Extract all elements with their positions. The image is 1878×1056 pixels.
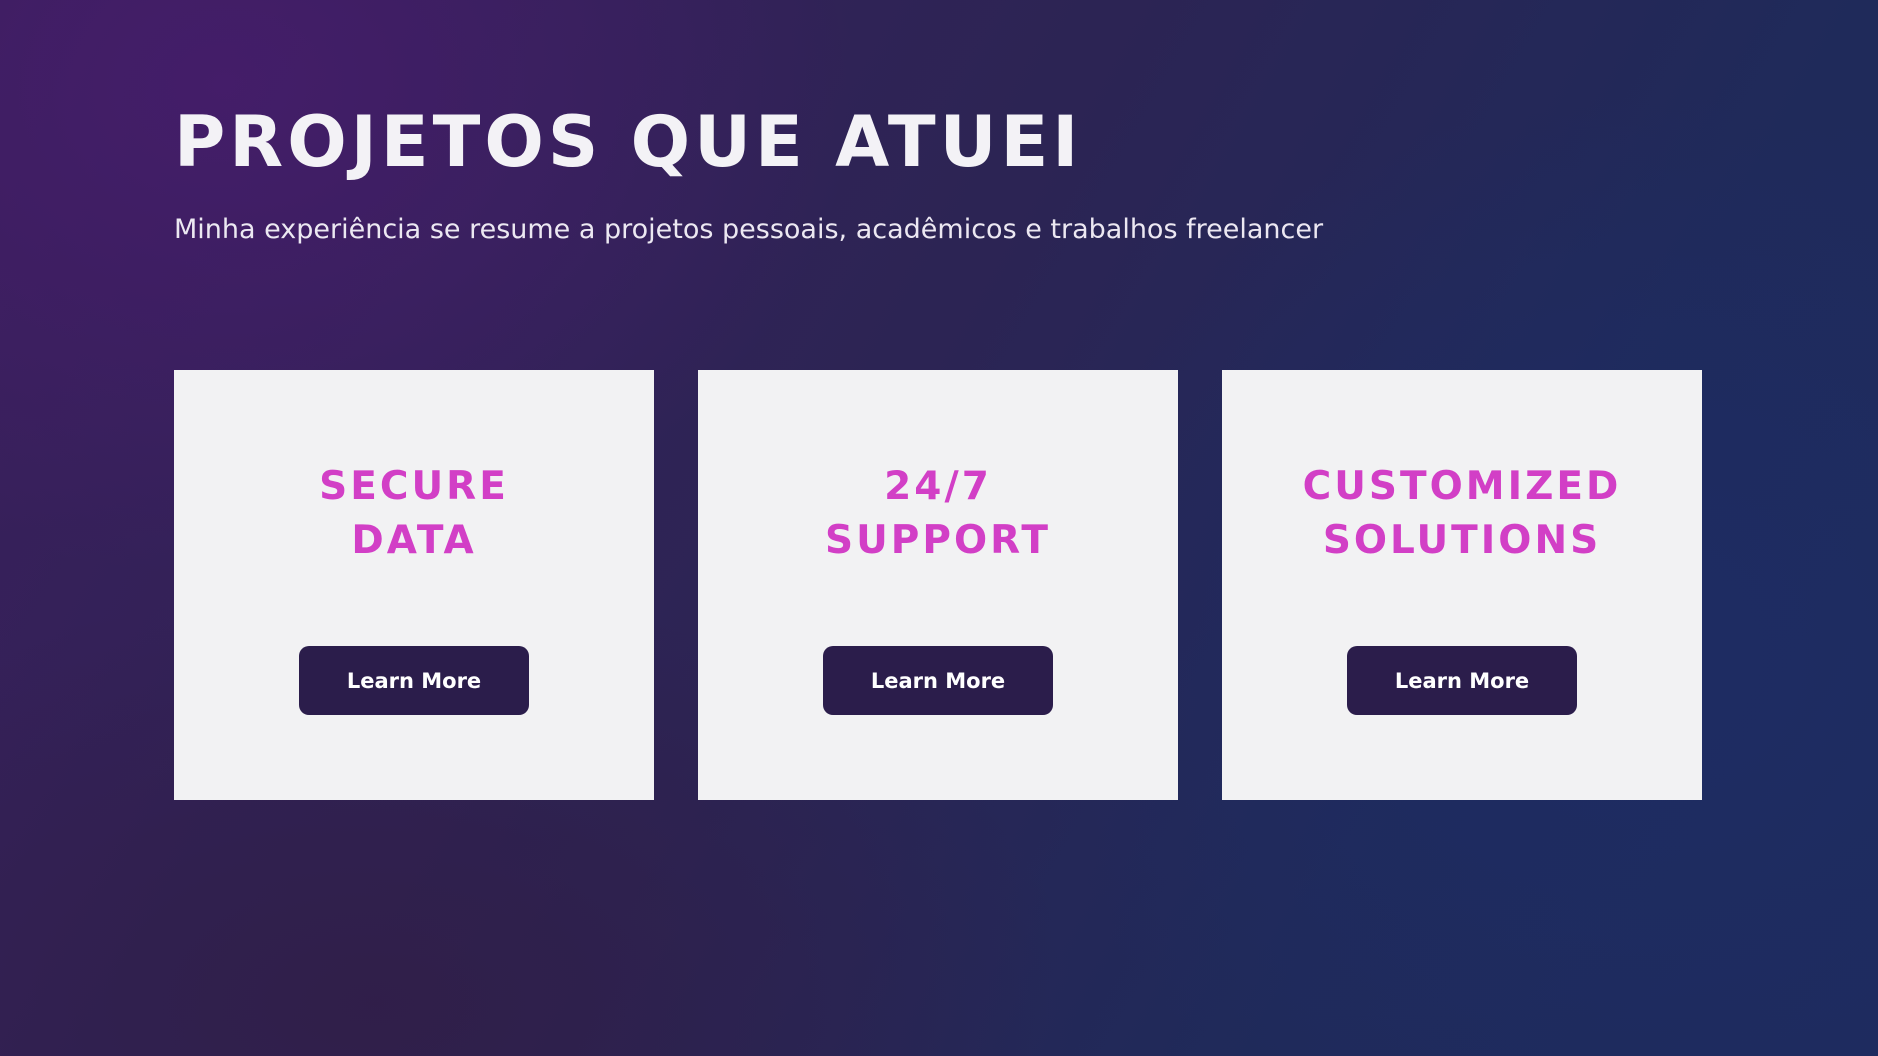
feature-card-customized-solutions: CUSTOMIZED SOLUTIONS Learn More: [1222, 370, 1702, 800]
feature-card-support: 24/7 SUPPORT Learn More: [698, 370, 1178, 800]
card-title-line1: 24/7: [884, 464, 992, 509]
card-title-line1: SECURE: [319, 464, 509, 509]
feature-card-secure-data: SECURE DATA Learn More: [174, 370, 654, 800]
learn-more-button[interactable]: Learn More: [1347, 646, 1577, 715]
card-title: CUSTOMIZED SOLUTIONS: [1303, 460, 1622, 568]
card-title-line2: DATA: [351, 518, 477, 563]
hero-section: PROJETOS QUE ATUEI Minha experiência se …: [174, 100, 1704, 248]
card-title: SECURE DATA: [319, 460, 509, 568]
page-title: PROJETOS QUE ATUEI: [174, 101, 1083, 183]
card-title-line1: CUSTOMIZED: [1302, 464, 1622, 509]
card-title: 24/7 SUPPORT: [825, 460, 1051, 568]
feature-cards: SECURE DATA Learn More 24/7 SUPPORT Lear…: [174, 370, 1702, 800]
page-subtitle: Minha experiência se resume a projetos p…: [174, 214, 1324, 245]
learn-more-button[interactable]: Learn More: [823, 646, 1053, 715]
learn-more-button[interactable]: Learn More: [299, 646, 529, 715]
card-title-line2: SOLUTIONS: [1322, 518, 1602, 563]
card-title-line2: SUPPORT: [825, 518, 1051, 563]
